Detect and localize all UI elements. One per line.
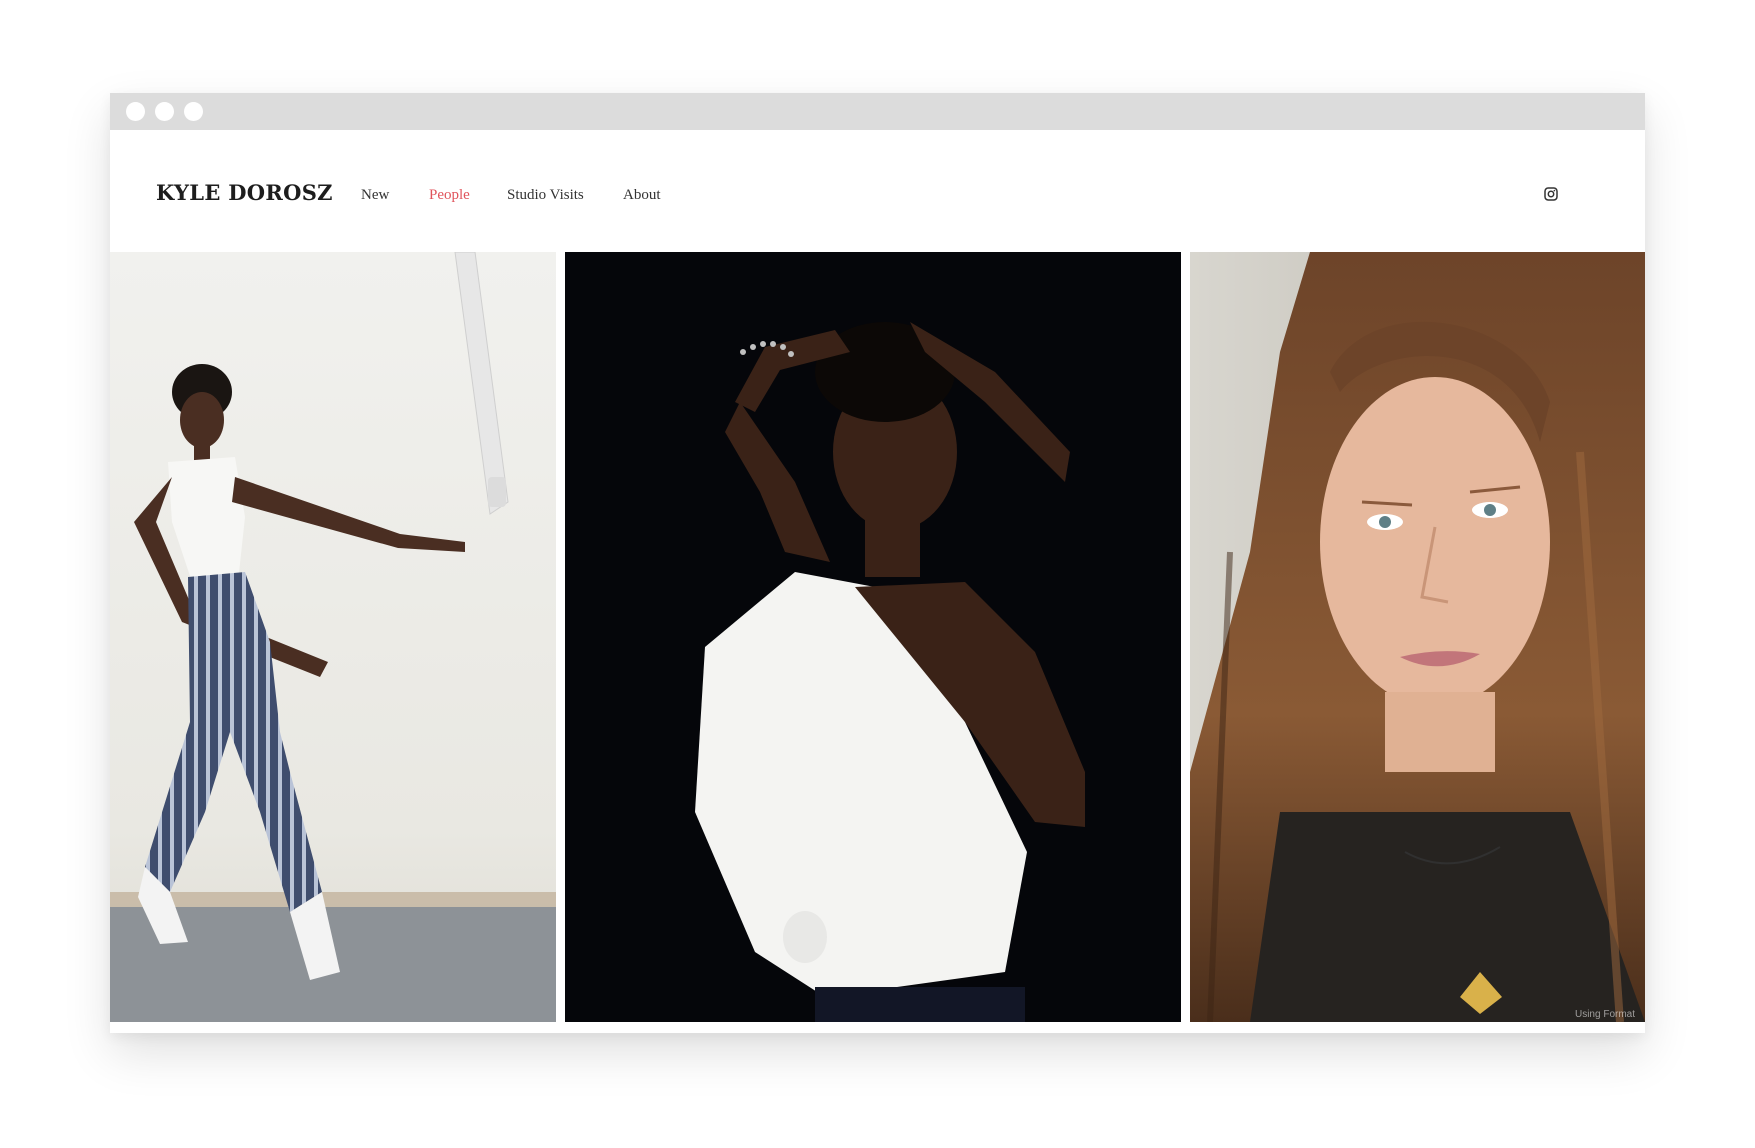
instagram-icon[interactable] [1544,186,1558,201]
nav-about[interactable]: About [623,187,661,204]
nav-people[interactable]: People [429,187,470,204]
site-header: KYLE DOROSZ New People Studio Visits Abo… [110,130,1645,252]
browser-window: KYLE DOROSZ New People Studio Visits Abo… [110,93,1645,1033]
browser-titlebar [110,93,1645,130]
page: KYLE DOROSZ New People Studio Visits Abo… [0,0,1755,1148]
nav-studio-visits[interactable]: Studio Visits [507,187,584,204]
site-logo[interactable]: KYLE DOROSZ [156,180,333,205]
nav-new[interactable]: New [361,187,389,204]
gallery-photo-3[interactable]: Using Format [1190,252,1645,1022]
gallery-photo-2[interactable] [565,252,1181,1022]
window-minimize-dot[interactable] [155,102,174,121]
gallery-photo-1[interactable] [110,252,556,1022]
photo-credit: Using Format [1574,1009,1635,1020]
window-maximize-dot[interactable] [184,102,203,121]
photo-gallery: Using Format [110,252,1645,1022]
window-close-dot[interactable] [126,102,145,121]
